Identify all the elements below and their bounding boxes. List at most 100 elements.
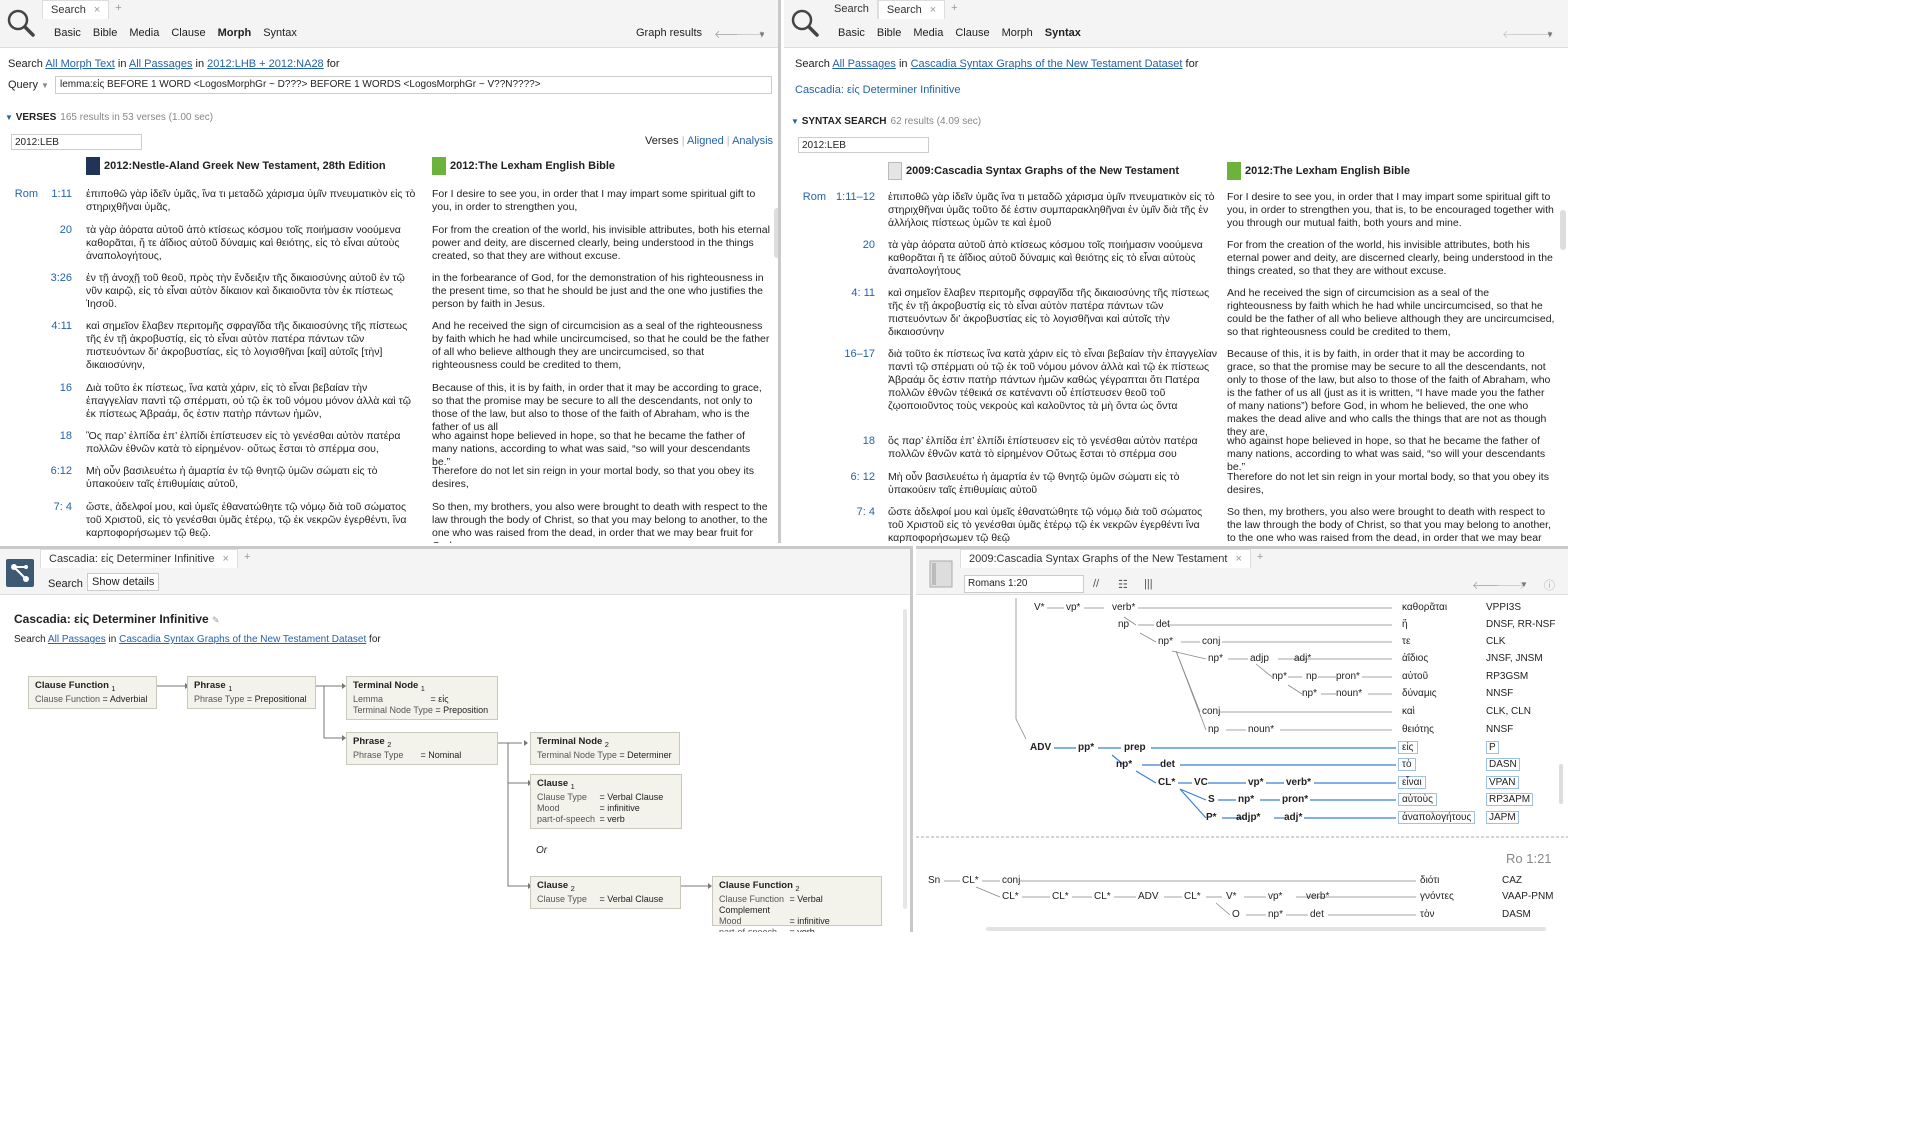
tree-node[interactable]: vp*: [1248, 777, 1264, 788]
tree-node[interactable]: conj: [1002, 875, 1020, 886]
tree-node[interactable]: det: [1160, 759, 1175, 770]
scrollbar[interactable]: [774, 208, 778, 258]
verses-header[interactable]: ▼ VERSES 165 results in 53 verses (1.00 s…: [5, 112, 213, 123]
tree-node[interactable]: CL*: [1094, 891, 1111, 902]
tree-node[interactable]: noun*: [1336, 688, 1362, 699]
verse-ref[interactable]: 1:11–12: [832, 191, 875, 203]
node-terminal-2[interactable]: Terminal Node 2 Terminal Node Type = Det…: [530, 732, 680, 765]
word[interactable]: καθορᾶται: [1402, 602, 1447, 613]
node-phrase-1[interactable]: Phrase 1 Phrase Type = Prepositional: [187, 676, 316, 709]
tab-analysis[interactable]: Analysis: [732, 135, 773, 147]
version-input[interactable]: 2012:LEB: [798, 137, 929, 153]
tree-node[interactable]: conj: [1202, 706, 1220, 717]
tab-morph[interactable]: Morph: [1002, 27, 1033, 39]
verse-ref[interactable]: 16: [40, 382, 72, 394]
tree-node[interactable]: np*: [1208, 653, 1223, 664]
tree-node[interactable]: adj*: [1294, 653, 1311, 664]
tab-verses[interactable]: Verses: [645, 135, 679, 147]
word[interactable]: ἥ: [1402, 619, 1408, 630]
scope-link[interactable]: All Passages: [129, 58, 193, 70]
tree-node[interactable]: np*: [1116, 759, 1132, 770]
tree-node[interactable]: np: [1208, 724, 1219, 735]
verse-ref[interactable]: 7: 4: [40, 501, 72, 513]
tab-search-2[interactable]: Search ×: [877, 0, 946, 19]
tree-node[interactable]: np*: [1268, 909, 1283, 920]
tab-search[interactable]: Search ×: [42, 0, 110, 19]
tree-node[interactable]: np*: [1158, 636, 1173, 647]
chevron-down-icon[interactable]: ▼: [1546, 30, 1554, 39]
tree-node[interactable]: prep: [1124, 742, 1146, 753]
verse-ref[interactable]: 18: [40, 430, 72, 442]
tree-node[interactable]: verb*: [1112, 602, 1135, 613]
tree-node[interactable]: vp*: [1268, 891, 1282, 902]
close-icon[interactable]: ×: [94, 4, 100, 16]
word[interactable]: εἶναι: [1398, 776, 1426, 789]
tree-node[interactable]: S: [1208, 794, 1215, 805]
tree-node[interactable]: np: [1306, 671, 1317, 682]
tree-node[interactable]: adjp*: [1236, 812, 1260, 823]
tree-node[interactable]: V*: [1034, 602, 1045, 613]
word[interactable]: τὸν: [1420, 909, 1435, 920]
word[interactable]: ἀΐδιος: [1402, 653, 1428, 664]
tab-aligned[interactable]: Aligned: [687, 135, 724, 147]
verse-ref[interactable]: 1:11: [40, 188, 72, 200]
word[interactable]: θειότης: [1402, 724, 1434, 735]
tree-node[interactable]: verb*: [1286, 777, 1311, 788]
tree-node[interactable]: det: [1156, 619, 1170, 630]
node-clause-1[interactable]: Clause 1 Clause Type = Verbal Clause Moo…: [530, 774, 682, 829]
tab-basic[interactable]: Basic: [838, 27, 865, 39]
book-label[interactable]: Rom: [798, 191, 826, 203]
tab-media[interactable]: Media: [913, 27, 943, 39]
tree-node[interactable]: CL*: [1052, 891, 1069, 902]
tree-node[interactable]: CL*: [962, 875, 979, 886]
verse-ref[interactable]: 18: [832, 435, 875, 447]
tree-node[interactable]: pp*: [1078, 742, 1094, 753]
node-phrase-2[interactable]: Phrase 2 Phrase Type = Nominal: [346, 732, 498, 765]
tab-media[interactable]: Media: [129, 27, 159, 39]
node-clause-function-2[interactable]: Clause Function 2 Clause Function = Verb…: [712, 876, 882, 932]
verse-ref[interactable]: 16–17: [832, 348, 875, 360]
version-input[interactable]: 2012:LEB: [11, 134, 142, 150]
tree-node[interactable]: adjp: [1250, 653, 1269, 664]
tab-syntax[interactable]: Syntax: [263, 27, 297, 39]
tree-node[interactable]: P*: [1206, 812, 1217, 823]
tree-node[interactable]: np: [1118, 619, 1129, 630]
word[interactable]: αὐτοὺς: [1398, 793, 1437, 806]
tree-node[interactable]: det: [1310, 909, 1324, 920]
book-label[interactable]: Rom: [12, 188, 38, 200]
word[interactable]: τε: [1402, 636, 1410, 647]
scrollbar[interactable]: [1560, 210, 1566, 250]
search-what-link[interactable]: All Morph Text: [45, 58, 115, 70]
verse-ref[interactable]: 6: 12: [832, 471, 875, 483]
search-icon[interactable]: [790, 8, 820, 40]
tree-node[interactable]: VC: [1194, 777, 1208, 788]
word[interactable]: δύναμις: [1402, 688, 1437, 699]
word[interactable]: γνόντες: [1420, 891, 1454, 902]
tree-node[interactable]: O: [1232, 909, 1240, 920]
node-terminal-1[interactable]: Terminal Node 1 Lemma = εἰς Terminal Nod…: [346, 676, 498, 720]
chevron-down-icon[interactable]: ▼: [758, 30, 766, 39]
tab-bible[interactable]: Bible: [93, 27, 117, 39]
tree-node[interactable]: CL*: [1158, 777, 1175, 788]
tree-node[interactable]: ADV: [1030, 742, 1051, 753]
word[interactable]: εἰς: [1398, 741, 1418, 754]
add-tab-icon[interactable]: +: [945, 0, 963, 20]
source-link[interactable]: Cascadia Syntax Graphs of the New Testam…: [911, 58, 1183, 70]
source-link[interactable]: 2012:LHB + 2012:NA28: [207, 58, 324, 70]
node-clause-2[interactable]: Clause 2 Clause Type = Verbal Clause: [530, 876, 681, 909]
tree-node[interactable]: verb*: [1306, 891, 1329, 902]
word[interactable]: καὶ: [1402, 706, 1415, 717]
graph-results-button[interactable]: Graph results: [636, 27, 702, 39]
scrollbar[interactable]: [903, 609, 907, 909]
tree-node[interactable]: V*: [1226, 891, 1237, 902]
tab-syntax[interactable]: Syntax: [1045, 27, 1081, 39]
tree-node[interactable]: Sn: [928, 875, 940, 886]
tree-node[interactable]: CL*: [1184, 891, 1201, 902]
tree-node[interactable]: vp*: [1066, 602, 1080, 613]
word[interactable]: διότι: [1420, 875, 1439, 886]
tree-node[interactable]: pron*: [1336, 671, 1360, 682]
tab-morph[interactable]: Morph: [218, 27, 252, 39]
scope-link[interactable]: All Passages: [832, 58, 896, 70]
search-icon[interactable]: [6, 8, 36, 40]
horizontal-scrollbar[interactable]: [986, 927, 1546, 931]
